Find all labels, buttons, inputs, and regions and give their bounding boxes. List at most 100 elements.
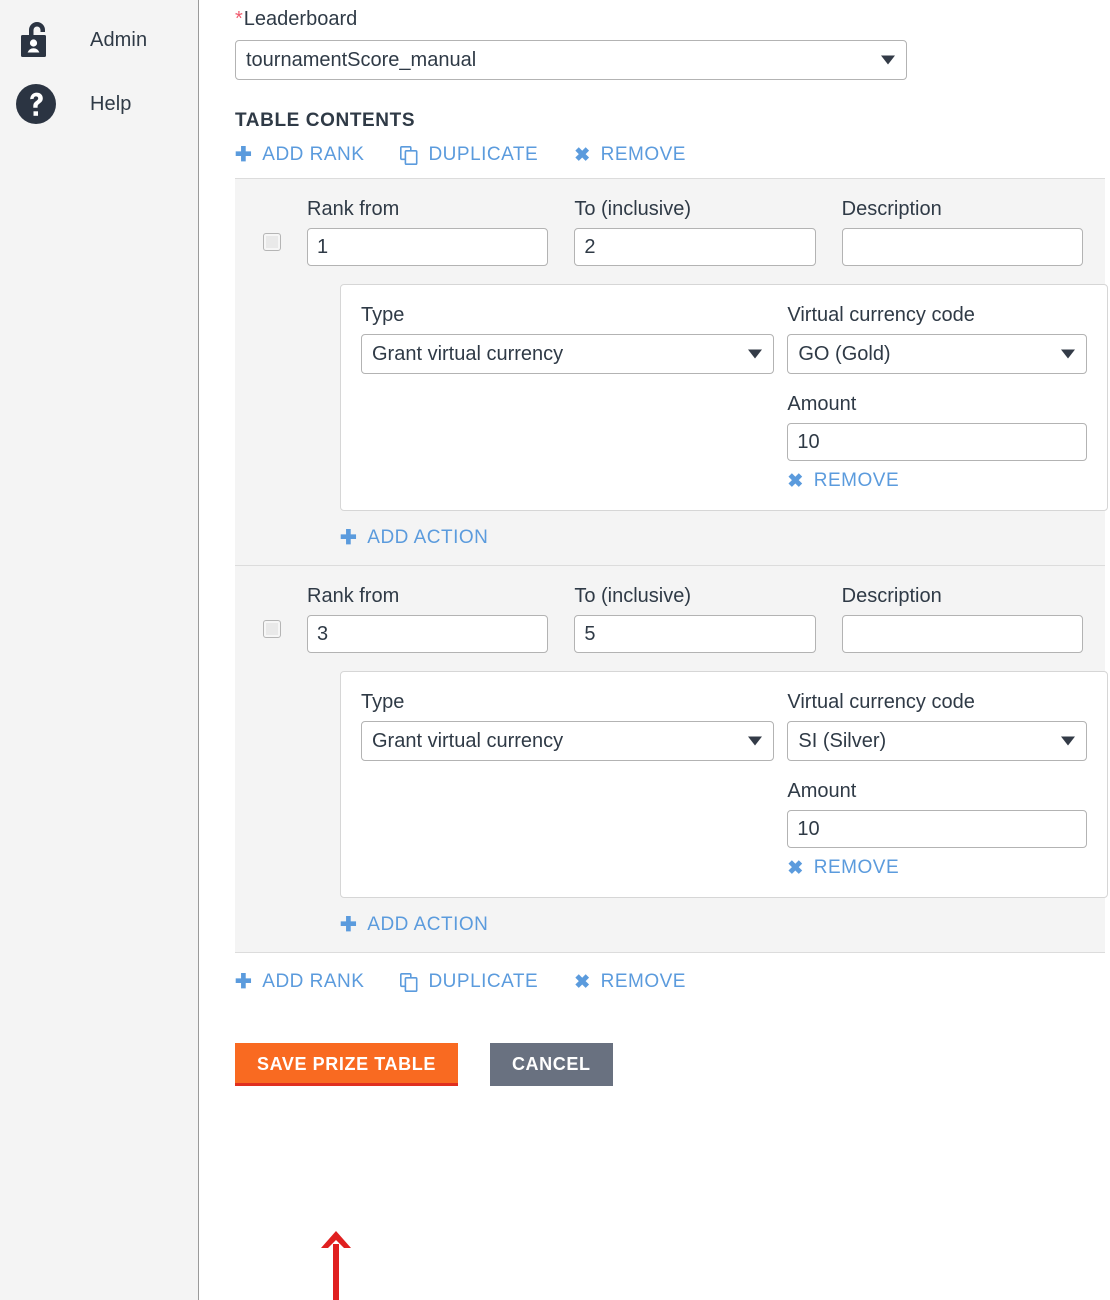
rank-row: Rank from To (inclusive) Description bbox=[235, 565, 1105, 952]
duplicate-label-bottom: DUPLICATE bbox=[428, 971, 538, 993]
form-actions: SAVE PRIZE TABLE CANCEL bbox=[235, 1043, 1110, 1086]
add-action-button[interactable]: ✚ ADD ACTION bbox=[340, 527, 488, 549]
rank-header: Rank from To (inclusive) Description bbox=[257, 584, 1083, 653]
description-input[interactable] bbox=[842, 615, 1083, 653]
red-up-arrow-annotation-icon bbox=[318, 1228, 354, 1300]
to-inclusive-label: To (inclusive) bbox=[574, 197, 815, 221]
amount-label: Amount bbox=[787, 392, 1087, 416]
save-prize-table-button[interactable]: SAVE PRIZE TABLE bbox=[235, 1043, 458, 1086]
ranks-container: Rank from To (inclusive) Description bbox=[235, 178, 1105, 953]
question-circle-icon bbox=[14, 82, 58, 126]
add-action-label: ADD ACTION bbox=[367, 914, 488, 936]
rank-from-field: Rank from bbox=[307, 197, 548, 266]
sidebar-item-help[interactable]: Help bbox=[0, 72, 198, 136]
add-action-label: ADD ACTION bbox=[367, 527, 488, 549]
rank-select-checkbox[interactable] bbox=[263, 233, 281, 251]
rank-from-label: Rank from bbox=[307, 197, 548, 221]
duplicate-label-top: DUPLICATE bbox=[428, 144, 538, 166]
rank-select-checkbox[interactable] bbox=[263, 620, 281, 638]
add-action-row: ✚ ADD ACTION bbox=[340, 914, 1083, 936]
sidebar-item-admin[interactable]: Admin bbox=[0, 8, 198, 72]
add-rank-label-bottom: ADD RANK bbox=[262, 971, 364, 993]
add-rank-button-top[interactable]: ✚ ADD RANK bbox=[235, 144, 364, 166]
amount-label: Amount bbox=[787, 779, 1087, 803]
virtual-currency-select[interactable]: GO (Gold) bbox=[787, 334, 1087, 374]
required-asterisk: * bbox=[235, 8, 243, 30]
description-input[interactable] bbox=[842, 228, 1083, 266]
action-type-field: Type Grant virtual currency bbox=[361, 690, 774, 879]
plus-icon: ✚ bbox=[235, 145, 252, 165]
action-grid: Type Grant virtual currency Virtual curr… bbox=[361, 690, 1087, 879]
to-inclusive-input[interactable] bbox=[574, 228, 815, 266]
rank-from-input[interactable] bbox=[307, 615, 548, 653]
page-title: TABLE CONTENTS bbox=[235, 110, 1110, 132]
add-action-row: ✚ ADD ACTION bbox=[340, 527, 1083, 549]
close-x-icon: ✖ bbox=[787, 859, 803, 878]
action-type-select[interactable]: Grant virtual currency bbox=[361, 721, 774, 761]
virtual-currency-select[interactable]: SI (Silver) bbox=[787, 721, 1087, 761]
leaderboard-select[interactable]: tournamentScore_manual bbox=[235, 40, 907, 80]
action-box: Type Grant virtual currency Virtual curr… bbox=[340, 671, 1108, 898]
action-type-select-wrap: Grant virtual currency bbox=[361, 721, 774, 761]
cancel-button[interactable]: CANCEL bbox=[490, 1043, 613, 1086]
leaderboard-select-wrap: tournamentScore_manual bbox=[235, 40, 907, 80]
virtual-currency-label: Virtual currency code bbox=[787, 690, 1087, 714]
description-field: Description bbox=[842, 197, 1083, 266]
amount-field: Amount bbox=[787, 779, 1087, 848]
remove-button-top[interactable]: ✖ REMOVE bbox=[574, 144, 686, 166]
to-inclusive-field: To (inclusive) bbox=[574, 584, 815, 653]
action-type-field: Type Grant virtual currency bbox=[361, 303, 774, 492]
plus-icon: ✚ bbox=[340, 915, 357, 935]
duplicate-button-bottom[interactable]: DUPLICATE bbox=[400, 971, 538, 993]
virtual-currency-select-wrap: GO (Gold) bbox=[787, 334, 1087, 374]
rank-fields: Rank from To (inclusive) Description bbox=[307, 197, 1083, 266]
action-type-label: Type bbox=[361, 303, 774, 327]
action-type-select[interactable]: Grant virtual currency bbox=[361, 334, 774, 374]
remove-action-button[interactable]: ✖ REMOVE bbox=[787, 470, 899, 492]
amount-field: Amount bbox=[787, 392, 1087, 461]
rank-row: Rank from To (inclusive) Description bbox=[235, 179, 1105, 565]
virtual-currency-field: Virtual currency code SI (Silver) Amount bbox=[787, 690, 1087, 879]
remove-action-row: ✖ REMOVE bbox=[787, 470, 1087, 492]
duplicate-button-top[interactable]: DUPLICATE bbox=[400, 144, 538, 166]
table-toolbar-bottom: ✚ ADD RANK DUPLICATE ✖ REMOVE bbox=[235, 971, 1110, 993]
remove-button-bottom[interactable]: ✖ REMOVE bbox=[574, 971, 686, 993]
unlocked-padlock-user-icon bbox=[14, 18, 58, 62]
amount-input[interactable] bbox=[787, 423, 1087, 461]
action-box: Type Grant virtual currency Virtual curr… bbox=[340, 284, 1108, 511]
rank-fields: Rank from To (inclusive) Description bbox=[307, 584, 1083, 653]
app-root: Admin Help *Leaderboard tournamentScore_… bbox=[0, 0, 1110, 1300]
remove-action-button[interactable]: ✖ REMOVE bbox=[787, 857, 899, 879]
copy-icon bbox=[400, 146, 418, 165]
add-rank-button-bottom[interactable]: ✚ ADD RANK bbox=[235, 971, 364, 993]
remove-label-bottom: REMOVE bbox=[601, 971, 686, 993]
description-label: Description bbox=[842, 584, 1083, 608]
virtual-currency-label: Virtual currency code bbox=[787, 303, 1087, 327]
leaderboard-label: *Leaderboard bbox=[235, 6, 1110, 32]
close-x-icon: ✖ bbox=[574, 146, 590, 165]
to-inclusive-label: To (inclusive) bbox=[574, 584, 815, 608]
virtual-currency-field: Virtual currency code GO (Gold) Amount bbox=[787, 303, 1087, 492]
remove-action-label: REMOVE bbox=[814, 857, 899, 879]
add-action-button[interactable]: ✚ ADD ACTION bbox=[340, 914, 488, 936]
remove-action-row: ✖ REMOVE bbox=[787, 857, 1087, 879]
sidebar-item-label-help: Help bbox=[90, 93, 132, 116]
leaderboard-label-text: Leaderboard bbox=[244, 8, 357, 30]
amount-input[interactable] bbox=[787, 810, 1087, 848]
action-type-value: Grant virtual currency bbox=[372, 728, 563, 754]
description-field: Description bbox=[842, 584, 1083, 653]
remove-label-top: REMOVE bbox=[601, 144, 686, 166]
sidebar-item-label-admin: Admin bbox=[90, 29, 147, 52]
rank-header: Rank from To (inclusive) Description bbox=[257, 197, 1083, 266]
rank-from-input[interactable] bbox=[307, 228, 548, 266]
to-inclusive-input[interactable] bbox=[574, 615, 815, 653]
plus-icon: ✚ bbox=[235, 972, 252, 992]
action-grid: Type Grant virtual currency Virtual curr… bbox=[361, 303, 1087, 492]
virtual-currency-value: SI (Silver) bbox=[798, 728, 886, 754]
description-label: Description bbox=[842, 197, 1083, 221]
rank-from-label: Rank from bbox=[307, 584, 548, 608]
action-type-label: Type bbox=[361, 690, 774, 714]
table-toolbar-top: ✚ ADD RANK DUPLICATE ✖ REMOVE bbox=[235, 144, 1110, 166]
leaderboard-select-value: tournamentScore_manual bbox=[246, 47, 476, 73]
close-x-icon: ✖ bbox=[787, 472, 803, 491]
